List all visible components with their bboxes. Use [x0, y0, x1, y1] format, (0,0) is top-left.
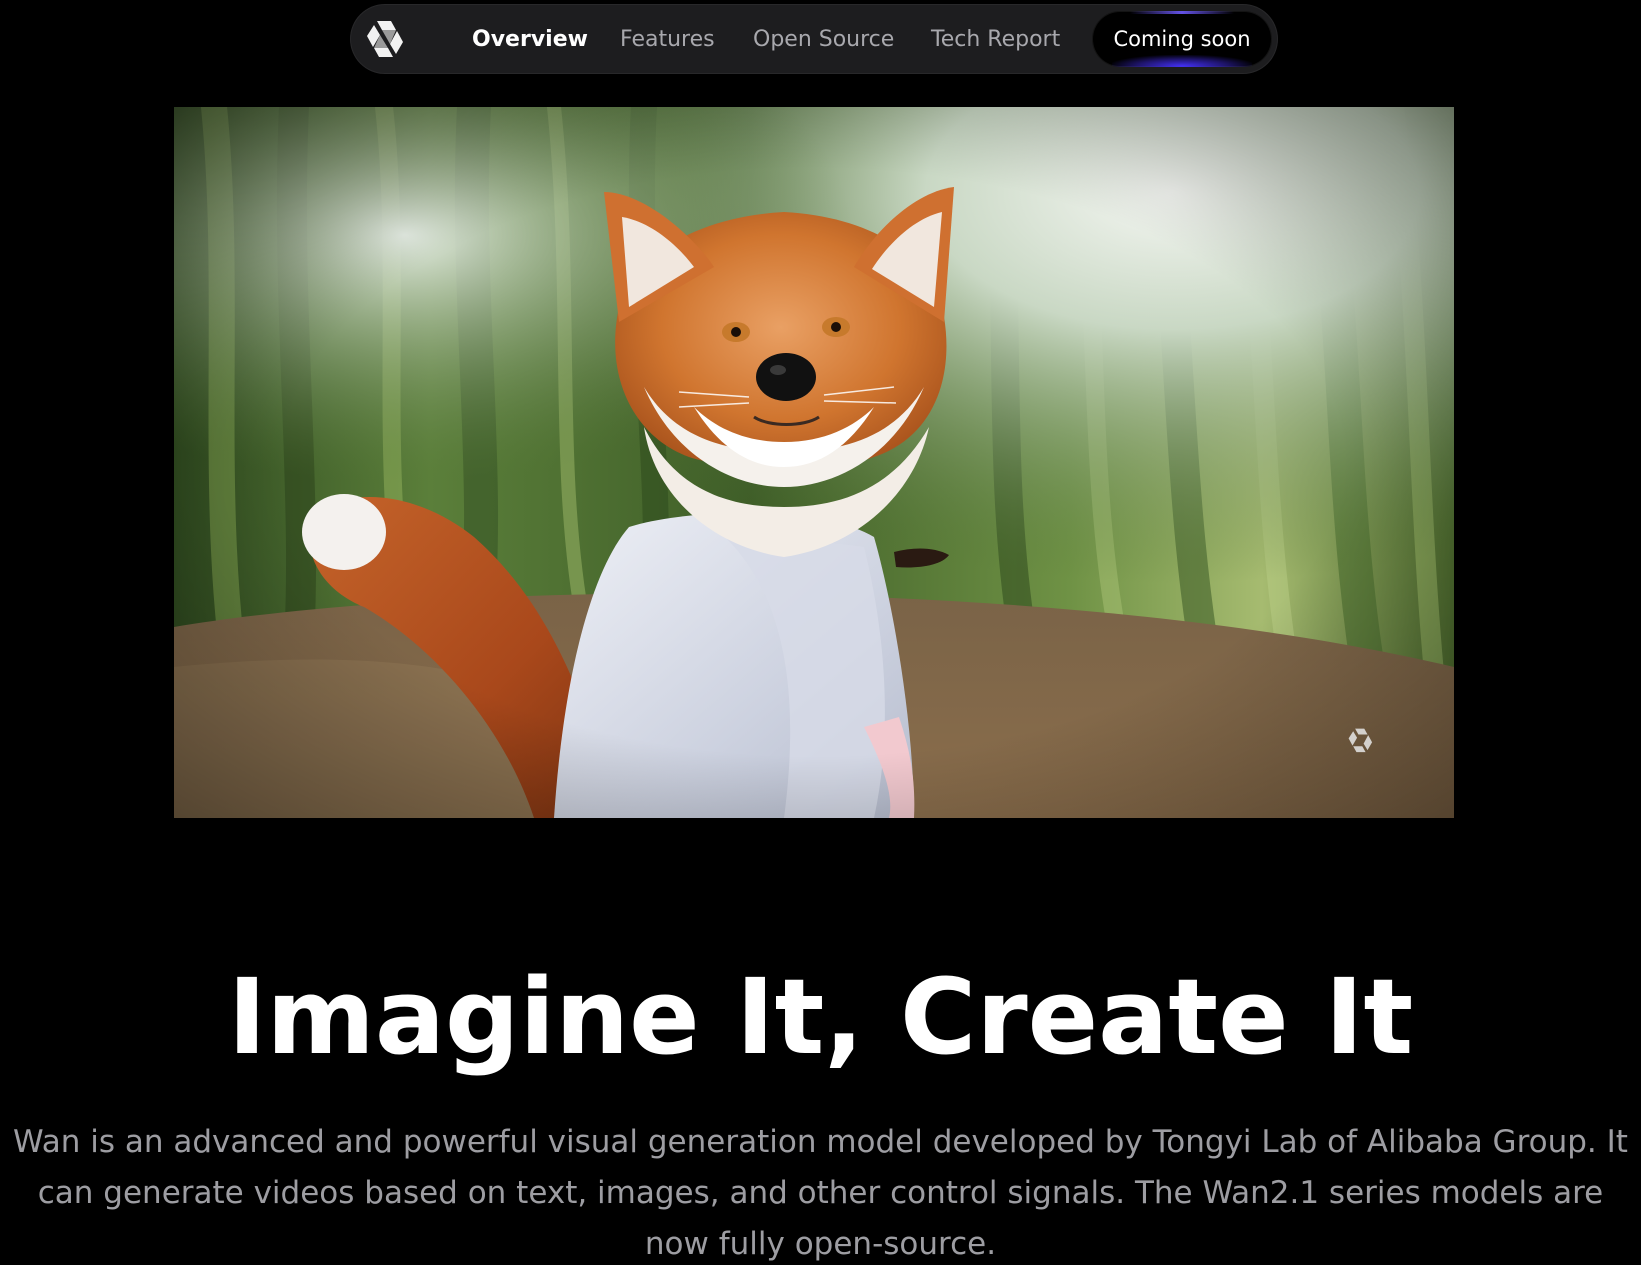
coming-soon-label: Coming soon	[1113, 27, 1251, 51]
hero-video-frame	[174, 107, 1454, 818]
tongyi-logo-icon[interactable]	[362, 16, 410, 64]
nav-item-open-source[interactable]: Open Source	[753, 4, 894, 74]
hero-description: Wan is an advanced and powerful visual g…	[13, 1124, 1628, 1262]
hero-headline: Imagine It, Create It	[227, 956, 1414, 1078]
nav-item-features[interactable]: Features	[620, 4, 715, 74]
coming-soon-button[interactable]: Coming soon	[1092, 11, 1272, 67]
video-watermark-icon	[1346, 726, 1376, 756]
page: Overview Features Open Source Tech Repor…	[0, 0, 1641, 1265]
nav-item-tech-report[interactable]: Tech Report	[931, 4, 1060, 74]
hero-video[interactable]	[174, 107, 1454, 818]
top-nav: Overview Features Open Source Tech Repor…	[350, 4, 1278, 74]
nav-item-overview[interactable]: Overview	[472, 4, 588, 74]
